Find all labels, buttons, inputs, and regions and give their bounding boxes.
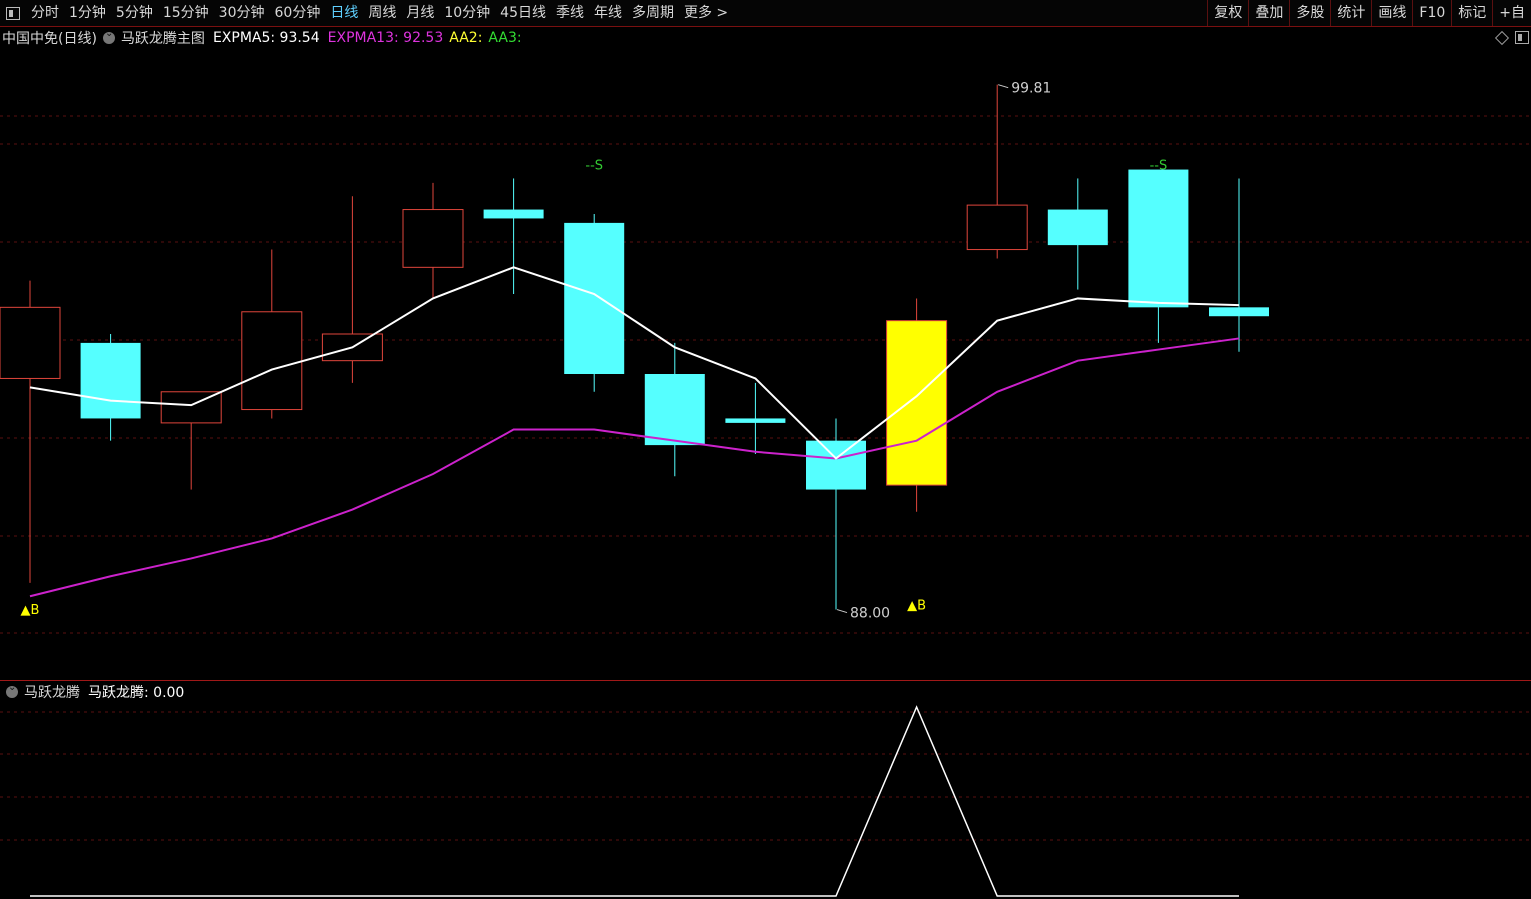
period-tab[interactable]: 年线: [589, 0, 627, 26]
toolbar-button[interactable]: 复权: [1207, 0, 1248, 26]
period-tab[interactable]: 周线: [363, 0, 401, 26]
pane-divider[interactable]: [0, 680, 1531, 681]
period-tab[interactable]: 季线: [551, 0, 589, 26]
buy-signal: ▲B: [907, 599, 926, 614]
period-tab[interactable]: 分时: [26, 0, 64, 26]
candle-body: [241, 311, 303, 411]
period-tab[interactable]: 30分钟: [214, 0, 270, 26]
price-label: 99.81: [1011, 81, 1051, 97]
candle-body: [0, 306, 61, 379]
period-toolbar: 分时 1分钟 5分钟 15分钟 30分钟 60分钟 日线 周线 月线 10分钟 45日线 季线 年线 多周…: [0, 0, 1531, 27]
expma13-line: [29, 337, 1240, 598]
period-tab[interactable]: 45日线: [495, 0, 551, 26]
toolbar-right-buttons: 复权 叠加 多股 统计 画线 F10 标记 +自: [1207, 0, 1531, 26]
period-tab[interactable]: 更多 >: [679, 0, 733, 26]
main-price-chart[interactable]: 99.81 88.00 ▲B ▲B --S --S: [0, 26, 1531, 680]
period-list: 分时 1分钟 5分钟 15分钟 30分钟 60分钟 日线 周线 月线 10分钟 45日线 季线 年线 多周…: [0, 0, 733, 26]
toolbar-button[interactable]: 标记: [1451, 0, 1492, 26]
expma5-line: [29, 266, 1240, 460]
period-tab[interactable]: 多周期: [627, 0, 679, 26]
sub-indicator-chart[interactable]: [0, 682, 1531, 899]
period-tab[interactable]: 日线: [325, 0, 363, 26]
toolbar-button[interactable]: 画线: [1371, 0, 1412, 26]
candle-body: [966, 204, 1028, 251]
period-tab[interactable]: 月线: [401, 0, 439, 26]
candle-body: [1047, 209, 1108, 246]
candle-body: [725, 418, 786, 423]
sell-signal: --S: [1150, 159, 1168, 174]
panel-toggle-icon[interactable]: [6, 6, 20, 20]
toolbar-button[interactable]: F10: [1412, 0, 1451, 26]
candle-body: [1209, 307, 1269, 317]
candle-body: [564, 222, 625, 374]
price-label-pointer: [836, 609, 848, 614]
candle-body: [402, 209, 464, 268]
period-tab[interactable]: 15分钟: [158, 0, 214, 26]
toolbar-button[interactable]: 多股: [1289, 0, 1330, 26]
sell-signal: --S: [585, 159, 603, 174]
candle-body: [644, 374, 705, 446]
period-tab[interactable]: 10分钟: [439, 0, 495, 26]
candle-body: [483, 209, 544, 219]
sub-indicator-line: [30, 705, 1239, 897]
toolbar-button[interactable]: 叠加: [1248, 0, 1289, 26]
buy-signal: ▲B: [21, 603, 40, 618]
period-tab[interactable]: 60分钟: [270, 0, 326, 26]
price-label-pointer: [998, 84, 1009, 89]
toolbar-button[interactable]: 统计: [1330, 0, 1371, 26]
period-tab[interactable]: 1分钟: [64, 0, 111, 26]
candle-body: [1128, 169, 1189, 308]
toolbar-button[interactable]: +自: [1492, 0, 1531, 26]
candle-body: [886, 320, 948, 486]
candle-body: [80, 342, 141, 419]
period-tab[interactable]: 5分钟: [111, 0, 158, 26]
price-label: 88.00: [850, 606, 890, 622]
candle-body: [806, 440, 866, 490]
